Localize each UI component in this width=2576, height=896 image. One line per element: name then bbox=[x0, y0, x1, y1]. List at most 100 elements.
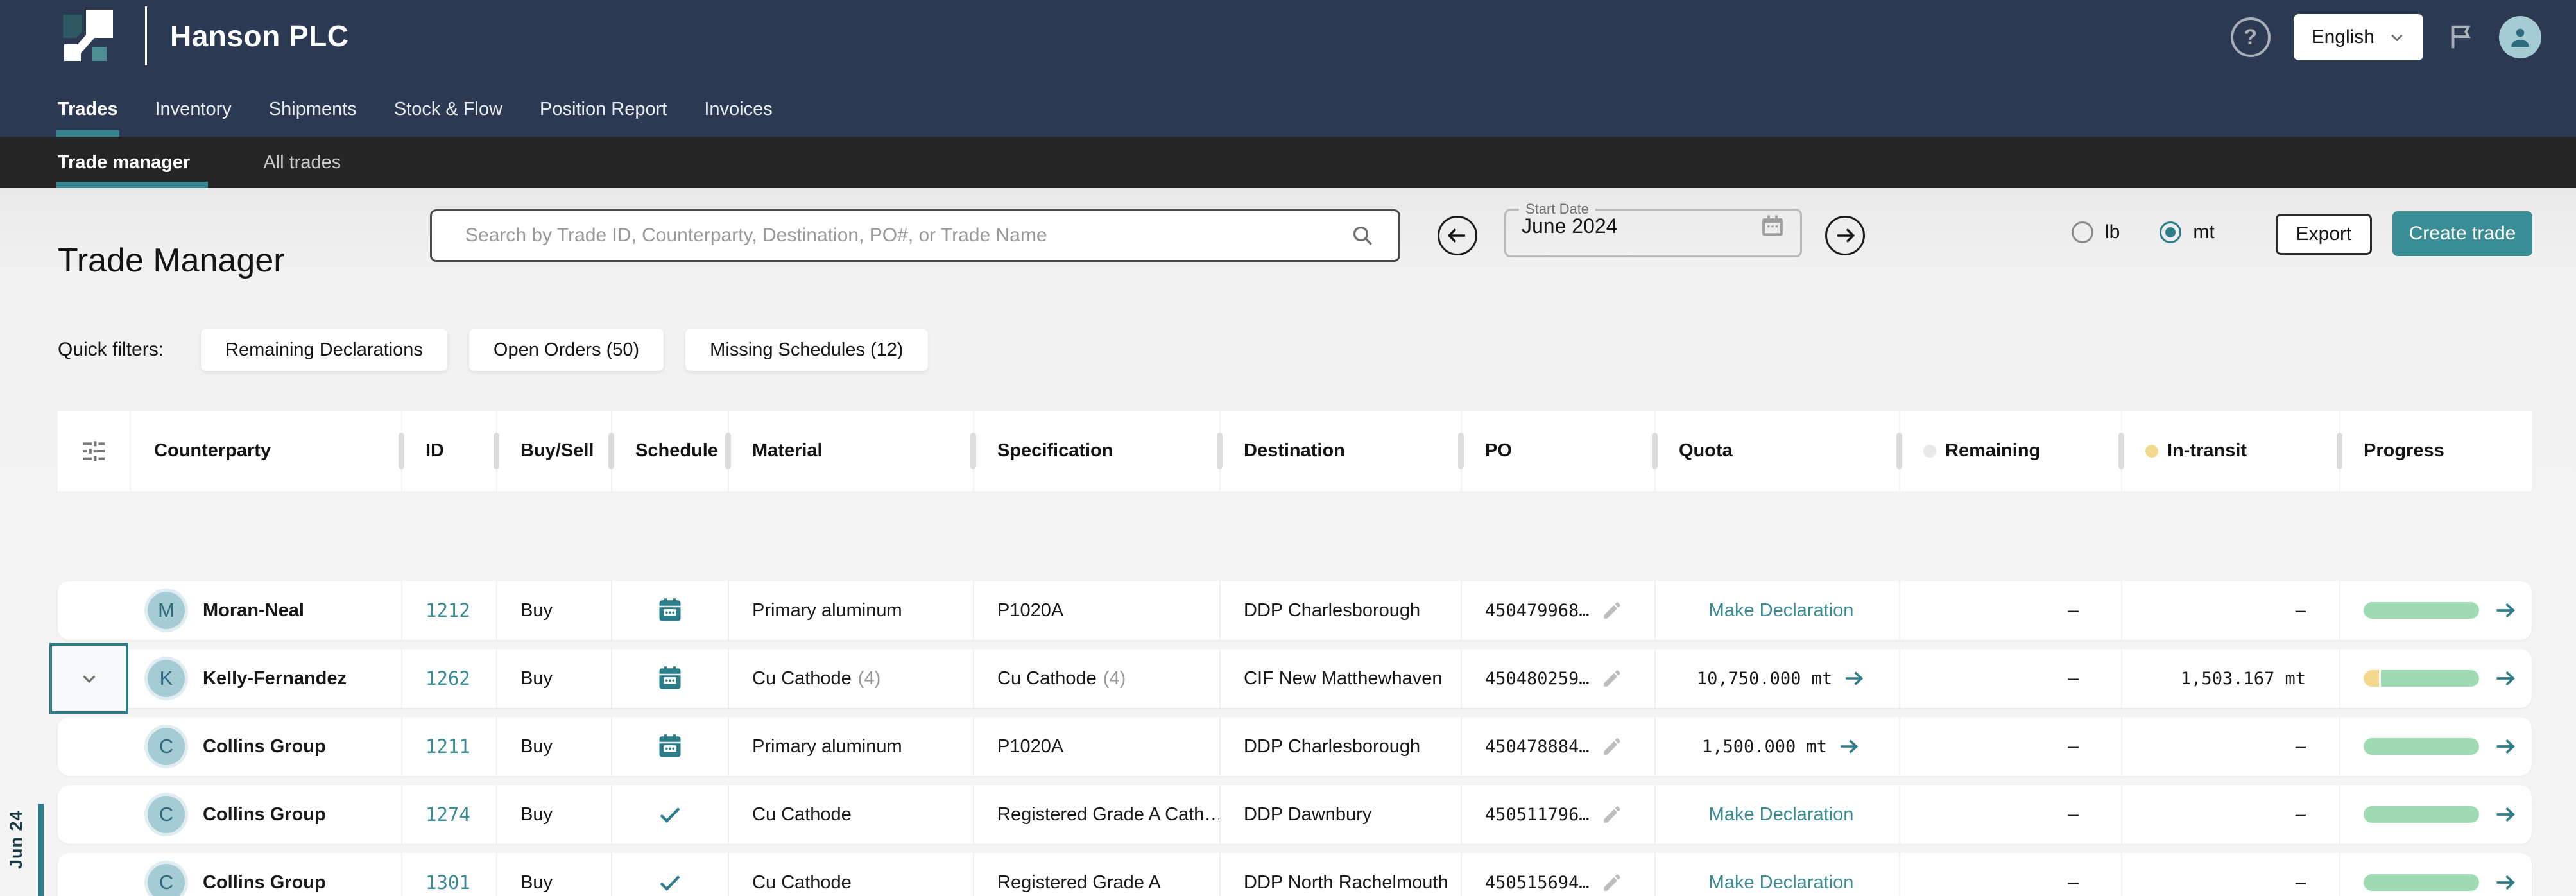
open-trade-arrow[interactable] bbox=[2493, 802, 2518, 827]
table-row[interactable]: C Collins Group 1301 Buy Cu Cathode Regi… bbox=[58, 853, 2532, 896]
specification-cell: P1020A bbox=[973, 717, 1219, 776]
column-header-buy-sell[interactable]: Buy/Sell bbox=[496, 411, 611, 491]
counterparty-name: Collins Group bbox=[203, 736, 326, 757]
table-row[interactable]: C Collins Group 1274 Buy Cu Cathode Regi… bbox=[58, 785, 2532, 844]
column-header-counterparty[interactable]: Counterparty bbox=[130, 411, 401, 491]
unit-radio-lb[interactable]: lb bbox=[2072, 221, 2120, 243]
make-declaration-link[interactable]: Make Declaration bbox=[1709, 804, 1854, 825]
nav-tab-label: Trades bbox=[58, 99, 118, 119]
quota-arrow-icon[interactable] bbox=[1842, 667, 1866, 690]
column-header-id[interactable]: ID bbox=[401, 411, 496, 491]
po-number: 450478884… bbox=[1485, 737, 1590, 757]
unit-toggle-group: lb mt bbox=[2072, 221, 2215, 243]
language-selector[interactable]: English bbox=[2294, 14, 2423, 60]
column-header-progress[interactable]: Progress bbox=[2339, 411, 2532, 491]
previous-period-button[interactable] bbox=[1438, 216, 1477, 255]
edit-po-icon[interactable] bbox=[1601, 872, 1623, 893]
start-date-field[interactable]: Start Date June 2024 bbox=[1504, 201, 1802, 257]
edit-po-icon[interactable] bbox=[1601, 668, 1623, 689]
radio-ring bbox=[2160, 221, 2181, 243]
column-resize-handle[interactable] bbox=[1896, 433, 1902, 469]
schedule-calendar-icon[interactable] bbox=[656, 732, 684, 761]
trade-id-link[interactable]: 1262 bbox=[425, 668, 470, 689]
column-resize-handle[interactable] bbox=[2118, 433, 2124, 469]
remaining-cell: – bbox=[1899, 581, 2121, 640]
search-input[interactable] bbox=[464, 224, 1350, 247]
flag-icon[interactable] bbox=[2446, 22, 2476, 52]
open-trade-arrow[interactable] bbox=[2493, 870, 2518, 895]
edit-po-icon[interactable] bbox=[1601, 736, 1623, 757]
nav-tab-invoices[interactable]: Invoices bbox=[703, 99, 773, 137]
column-header-in-transit[interactable]: In-transit bbox=[2121, 411, 2339, 491]
id-cell: 1274 bbox=[401, 785, 496, 844]
table-row[interactable]: C Collins Group 1211 Buy Primary aluminu… bbox=[58, 717, 2532, 776]
trade-id-link[interactable]: 1301 bbox=[425, 872, 470, 893]
table-row[interactable]: M Moran-Neal 1212 Buy Primary aluminum P… bbox=[58, 581, 2532, 640]
column-header-specification[interactable]: Specification bbox=[973, 411, 1219, 491]
user-avatar[interactable] bbox=[2499, 16, 2541, 58]
schedule-calendar-icon[interactable] bbox=[656, 596, 684, 625]
column-settings-button[interactable] bbox=[58, 411, 130, 491]
column-header-quota[interactable]: Quota bbox=[1654, 411, 1899, 491]
column-header-po[interactable]: PO bbox=[1461, 411, 1654, 491]
search-box bbox=[430, 209, 1400, 262]
id-cell: 1211 bbox=[401, 717, 496, 776]
nav-tab-trades[interactable]: Trades bbox=[56, 99, 119, 137]
column-resize-handle[interactable] bbox=[494, 433, 499, 469]
column-resize-handle[interactable] bbox=[2337, 433, 2342, 469]
edit-po-icon[interactable] bbox=[1601, 599, 1623, 621]
table-row[interactable]: K Kelly-Fernandez 1262 Buy Cu Cathode(4)… bbox=[58, 649, 2532, 708]
language-label: English bbox=[2312, 26, 2374, 48]
expand-cell bbox=[58, 785, 130, 844]
progress-bar bbox=[2364, 602, 2479, 619]
nav-tab-position-report[interactable]: Position Report bbox=[538, 99, 668, 137]
schedule-calendar-icon[interactable] bbox=[656, 664, 684, 693]
open-trade-arrow[interactable] bbox=[2493, 666, 2518, 691]
nav-tab-shipments[interactable]: Shipments bbox=[268, 99, 358, 137]
progress-cell bbox=[2339, 785, 2532, 844]
progress-cell bbox=[2339, 717, 2532, 776]
expand-row-button[interactable] bbox=[49, 643, 128, 714]
next-period-button[interactable] bbox=[1825, 216, 1865, 255]
subnav-tab-trade-manager[interactable]: Trade manager bbox=[56, 137, 208, 188]
help-icon[interactable]: ? bbox=[2231, 17, 2271, 57]
column-resize-handle[interactable] bbox=[608, 433, 614, 469]
column-resize-handle[interactable] bbox=[1217, 433, 1223, 469]
edit-po-icon[interactable] bbox=[1601, 804, 1623, 825]
material-cell: Primary aluminum bbox=[728, 581, 973, 640]
search-icon[interactable] bbox=[1350, 223, 1375, 248]
column-resize-handle[interactable] bbox=[1652, 433, 1658, 469]
column-header-schedule[interactable]: Schedule bbox=[611, 411, 728, 491]
calendar-icon[interactable] bbox=[1760, 214, 1785, 238]
column-resize-handle[interactable] bbox=[725, 433, 731, 469]
side-cell: Buy bbox=[496, 785, 611, 844]
make-declaration-link[interactable]: Make Declaration bbox=[1709, 600, 1854, 621]
progress-complete-segment bbox=[2364, 874, 2479, 891]
subnav-tab-all-trades[interactable]: All trades bbox=[262, 137, 359, 188]
id-cell: 1301 bbox=[401, 853, 496, 896]
column-header-material[interactable]: Material bbox=[728, 411, 973, 491]
nav-tab-stock-flow[interactable]: Stock & Flow bbox=[393, 99, 504, 137]
open-trade-arrow[interactable] bbox=[2493, 598, 2518, 623]
trade-id-link[interactable]: 1274 bbox=[425, 804, 470, 825]
nav-tab-label: Invoices bbox=[704, 99, 772, 119]
column-header-remaining[interactable]: Remaining bbox=[1899, 411, 2121, 491]
make-declaration-link[interactable]: Make Declaration bbox=[1709, 872, 1854, 893]
nav-tab-inventory[interactable]: Inventory bbox=[154, 99, 233, 137]
filter-missing-schedules[interactable]: Missing Schedules (12) bbox=[685, 329, 927, 371]
column-header-destination[interactable]: Destination bbox=[1219, 411, 1461, 491]
trade-id-link[interactable]: 1212 bbox=[425, 599, 470, 621]
trade-id-link[interactable]: 1211 bbox=[425, 736, 470, 757]
column-resize-handle[interactable] bbox=[399, 433, 404, 469]
quota-arrow-icon[interactable] bbox=[1837, 735, 1860, 758]
expand-cell bbox=[58, 649, 130, 708]
page-title: Trade Manager bbox=[58, 241, 285, 280]
create-trade-button[interactable]: Create trade bbox=[2392, 211, 2532, 256]
open-trade-arrow[interactable] bbox=[2493, 734, 2518, 759]
column-resize-handle[interactable] bbox=[970, 433, 976, 469]
filter-open-orders[interactable]: Open Orders (50) bbox=[469, 329, 664, 371]
unit-radio-mt[interactable]: mt bbox=[2160, 221, 2214, 243]
filter-remaining-declarations[interactable]: Remaining Declarations bbox=[201, 329, 447, 371]
column-resize-handle[interactable] bbox=[1458, 433, 1464, 469]
export-button[interactable]: Export bbox=[2276, 214, 2372, 255]
